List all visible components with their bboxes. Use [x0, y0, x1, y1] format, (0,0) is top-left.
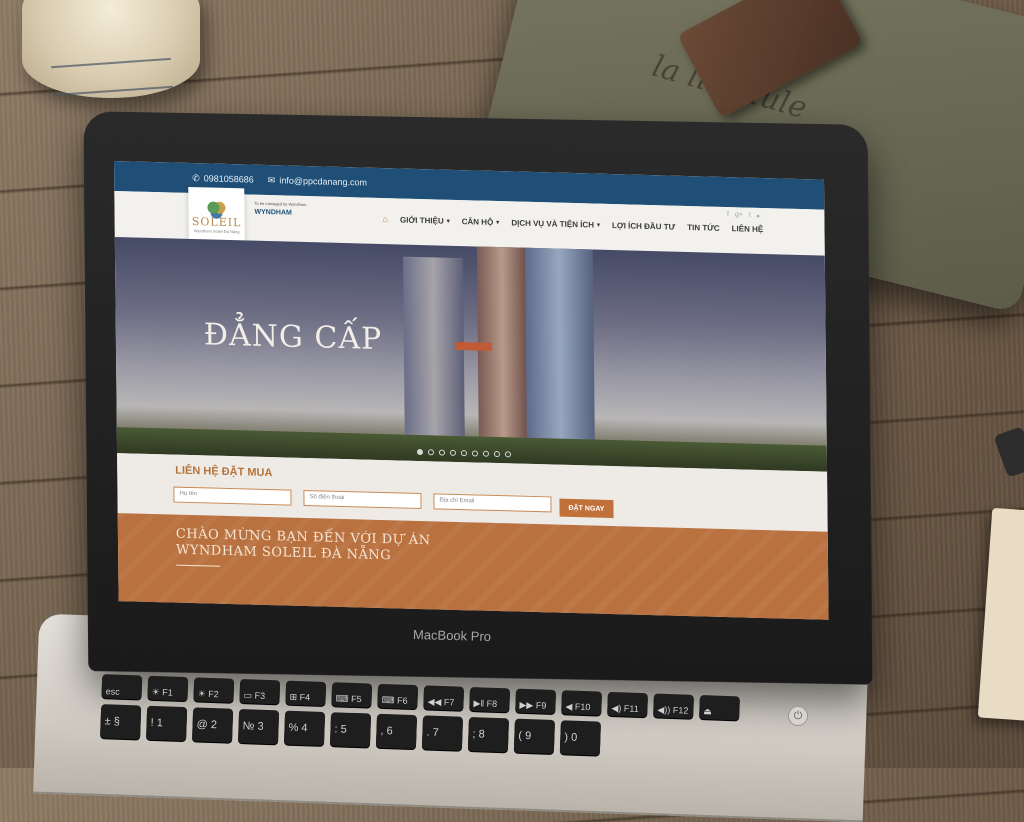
phone-input[interactable]: Số điện thoại	[303, 489, 422, 510]
keyboard-key[interactable]: ± §	[100, 704, 142, 740]
skybridge	[455, 341, 492, 351]
keyboard-key[interactable]: ( 9	[513, 718, 555, 754]
logo-subtext: Wyndham Soleil Đà Nẵng	[193, 228, 240, 235]
name-input[interactable]: Họ tên	[173, 486, 292, 506]
slider-dot[interactable]	[449, 449, 456, 456]
slider-dot[interactable]	[482, 450, 489, 457]
nav-item-label: TIN TỨC	[687, 222, 720, 233]
nav-item[interactable]: LỢI ÍCH ĐẦU TƯ	[612, 220, 675, 232]
nav-item[interactable]: LIÊN HỆ	[732, 223, 764, 234]
social-icon[interactable]: t	[749, 212, 751, 220]
keyboard-key[interactable]: ◀) F11	[607, 691, 648, 718]
chevron-down-icon: ▾	[596, 222, 601, 229]
social-icon[interactable]: f	[727, 211, 729, 219]
chevron-down-icon: ▾	[446, 218, 450, 225]
tower-right	[524, 245, 595, 448]
order-now-button[interactable]: ĐẶT NGAY	[559, 498, 614, 519]
welcome-banner: CHÀO MỪNG BẠN ĐẾN VỚI DỰ ÁN WYNDHAM SOLE…	[117, 513, 829, 620]
main-nav: ⌂ GIỚI THIỆU ▾ CĂN HỘ ▾ DỊCH VỤ VÀ TIỆN ÍCH ▾…	[382, 214, 763, 234]
keyboard-key[interactable]: , 6	[375, 713, 418, 750]
social-icon[interactable]: ▸	[757, 212, 761, 220]
keyboard-key[interactable]: . 7	[421, 715, 464, 751]
keyboard-key[interactable]: ⏏	[699, 695, 740, 721]
slider-dot[interactable]	[427, 449, 434, 456]
keyboard-key[interactable]: ⌨ F5	[331, 682, 373, 708]
keyboard-key[interactable]: ◀)) F12	[653, 693, 694, 719]
keyboard: esc ☀ F1 ☀ F2 ▭ F3 ⊞ F4 ⌨ F5 ⌨ F6 ◀◀ F7 ▶‖ F8 ▶▶ …	[98, 674, 782, 818]
hero-slider: ĐẲNG CẤP	[114, 237, 828, 472]
keyboard-key[interactable]: ) 0	[559, 720, 601, 756]
keyboard-key[interactable]: % 4	[283, 710, 326, 746]
keyboard-key[interactable]: : 5	[329, 712, 372, 748]
keyboard-key[interactable]: @ 2	[192, 707, 234, 743]
nav-item[interactable]: TIN TỨC	[687, 222, 720, 233]
keyboard-key[interactable]: ; 8	[467, 716, 510, 753]
nav-item[interactable]: GIỚI THIỆU ▾	[400, 214, 450, 225]
social-links: f g+ t ▸	[727, 211, 760, 220]
tower-left	[402, 256, 465, 445]
keyboard-key[interactable]: ! 1	[146, 705, 188, 742]
home-icon[interactable]: ⌂	[382, 214, 388, 224]
slider-dot[interactable]	[493, 450, 500, 458]
nav-item-label: CĂN HỘ	[461, 216, 494, 227]
keyboard-key[interactable]: ▭ F3	[239, 678, 281, 705]
email-address[interactable]: info@ppcdanang.com	[279, 175, 367, 187]
phone-number[interactable]: 0981058686	[204, 173, 254, 184]
logo-text: SOLEIL	[191, 215, 242, 230]
nav-item[interactable]: CĂN HỘ ▾	[462, 216, 500, 227]
envelope-icon: ✉	[267, 174, 276, 185]
keyboard-key[interactable]: esc	[101, 674, 143, 700]
slider-dot[interactable]	[471, 450, 478, 457]
phone-icon: ✆	[192, 172, 200, 183]
wyndham-logo[interactable]: WYNDHAM	[254, 209, 291, 217]
paper-card	[977, 507, 1024, 723]
nav-item[interactable]: DỊCH VỤ VÀ TIỆN ÍCH ▾	[511, 217, 600, 229]
welcome-underline	[176, 564, 221, 567]
keyboard-key[interactable]: № 3	[237, 708, 280, 745]
keyboard-key[interactable]: ▶‖ F8	[469, 687, 511, 713]
keyboard-key[interactable]: ⊞ F4	[285, 680, 327, 706]
nav-item-label: DỊCH VỤ VÀ TIỆN ÍCH	[511, 217, 595, 230]
keyboard-key[interactable]: ◀ F10	[561, 690, 602, 716]
keyboard-key[interactable]: ☀ F1	[147, 675, 189, 702]
slider-dot[interactable]	[460, 450, 467, 457]
keyboard-key[interactable]: ⌨ F6	[377, 683, 419, 710]
nav-item-label: LIÊN HỆ	[731, 223, 764, 234]
laptop-screen: ✆ 0981058686 ✉ info@ppcdanang.com SOLEIL…	[114, 161, 829, 620]
keyboard-key[interactable]: ☀ F2	[193, 677, 235, 703]
keyboard-key[interactable]: ◀◀ F7	[423, 685, 465, 711]
email-input[interactable]: Địa chỉ Email	[433, 493, 552, 513]
nav-item-label: LỢI ÍCH ĐẦU TƯ	[611, 220, 676, 232]
social-icon[interactable]: g+	[735, 211, 743, 219]
slider-dot[interactable]	[504, 451, 511, 458]
slider-dot[interactable]	[438, 449, 445, 456]
keyboard-key[interactable]: ▶▶ F9	[515, 688, 557, 715]
dark-object	[993, 426, 1024, 478]
hero-title: ĐẲNG CẤP	[203, 317, 383, 358]
logo-flower-icon	[207, 201, 220, 214]
contact-title: LIÊN HỆ ĐẶT MUA	[175, 464, 273, 480]
chevron-down-icon: ▾	[496, 219, 500, 226]
nav-item-label: GIỚI THIỆU	[399, 214, 444, 226]
slider-dot[interactable]	[416, 448, 423, 456]
managed-by-text: To be managed by Wyndham	[254, 200, 307, 208]
